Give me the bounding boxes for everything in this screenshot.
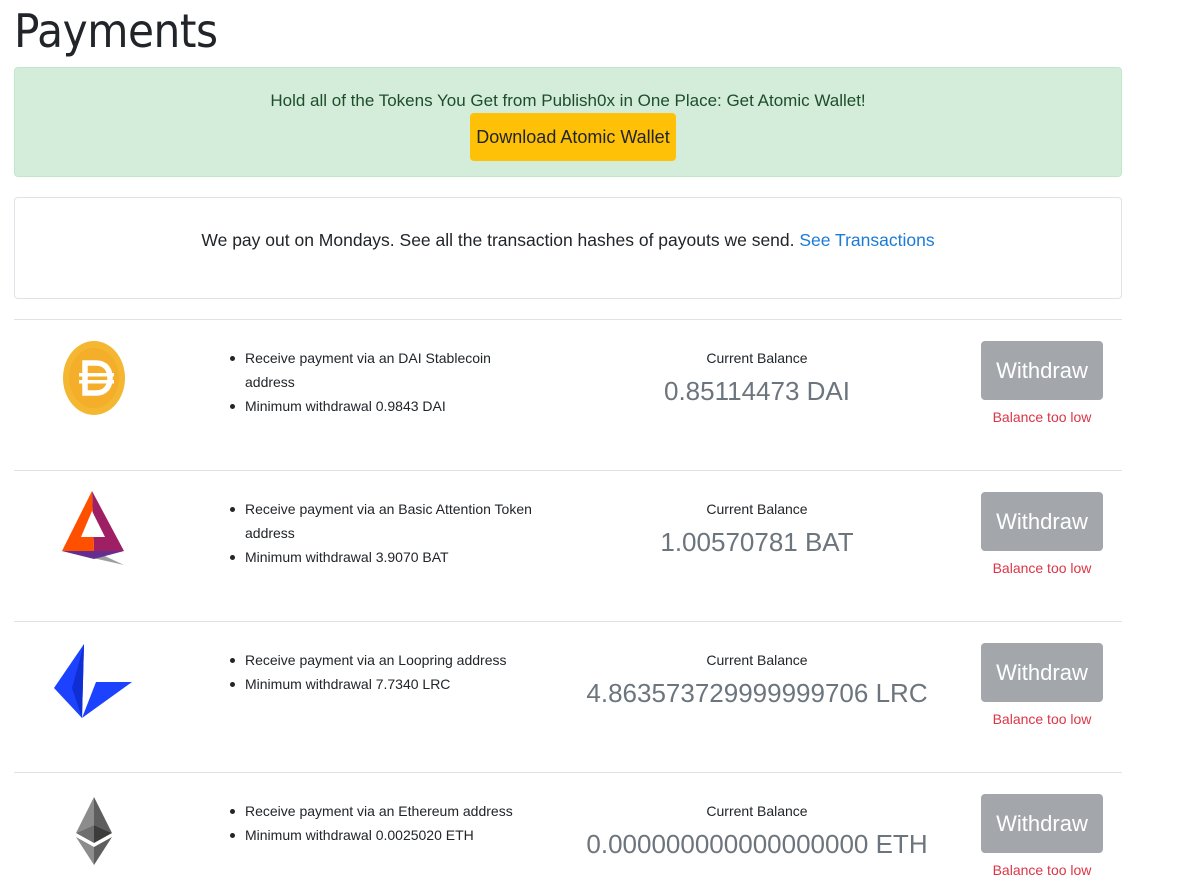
balance-value: 0.000000000000000000 ETH: [586, 829, 928, 859]
dai-icon: [63, 341, 125, 415]
balance-label: Current Balance: [706, 350, 808, 366]
bat-icon: [62, 491, 124, 565]
download-atomic-wallet-button[interactable]: Download Atomic Wallet: [470, 113, 676, 161]
coin-row-bat: Receive payment via an Basic Attention T…: [14, 470, 1122, 621]
balance-too-low-message: Balance too low: [992, 711, 1092, 727]
balance-value: 0.85114473 DAI: [664, 376, 850, 406]
balance-label: Current Balance: [706, 501, 808, 517]
payout-info-message: We pay out on Mondays. See all the trans…: [201, 230, 800, 250]
coin-details: Receive payment via an Basic Attention T…: [226, 497, 536, 569]
balance-too-low-message: Balance too low: [992, 409, 1092, 425]
withdraw-button[interactable]: Withdraw: [981, 643, 1103, 702]
balance-label: Current Balance: [706, 652, 808, 668]
receive-info: Receive payment via an Loopring address: [226, 648, 536, 672]
ethereum-icon: [76, 797, 112, 865]
see-transactions-link[interactable]: See Transactions: [799, 230, 934, 250]
coin-details: Receive payment via an Ethereum address …: [226, 799, 536, 847]
page-title: Payments: [14, 4, 218, 58]
coin-row-dai: Receive payment via an DAI Stablecoin ad…: [14, 319, 1122, 470]
coin-details: Receive payment via an Loopring address …: [226, 648, 536, 696]
minimum-withdrawal: Minimum withdrawal 3.9070 BAT: [226, 545, 536, 569]
withdraw-button[interactable]: Withdraw: [981, 492, 1103, 551]
loopring-icon: [54, 644, 132, 718]
withdraw-button[interactable]: Withdraw: [981, 341, 1103, 400]
coin-details: Receive payment via an DAI Stablecoin ad…: [226, 346, 536, 418]
receive-info: Receive payment via an Ethereum address: [226, 799, 536, 823]
coin-row-lrc: Receive payment via an Loopring address …: [14, 621, 1122, 772]
receive-info: Receive payment via an DAI Stablecoin ad…: [226, 346, 536, 394]
balance-value: 4.863573729999999706 LRC: [586, 678, 928, 708]
balance-value: 1.00570781 BAT: [660, 527, 854, 557]
balance-too-low-message: Balance too low: [992, 560, 1092, 576]
payout-info-card: We pay out on Mondays. See all the trans…: [14, 197, 1122, 299]
promo-text: Hold all of the Tokens You Get from Publ…: [270, 91, 866, 110]
withdraw-button[interactable]: Withdraw: [981, 794, 1103, 853]
receive-info: Receive payment via an Basic Attention T…: [226, 497, 536, 545]
atomic-wallet-promo: Hold all of the Tokens You Get from Publ…: [14, 67, 1122, 177]
payout-info-text: We pay out on Mondays. See all the trans…: [15, 230, 1121, 251]
minimum-withdrawal: Minimum withdrawal 0.9843 DAI: [226, 394, 536, 418]
balance-too-low-message: Balance too low: [992, 862, 1092, 878]
minimum-withdrawal: Minimum withdrawal 7.7340 LRC: [226, 672, 536, 696]
minimum-withdrawal: Minimum withdrawal 0.0025020 ETH: [226, 823, 536, 847]
coin-row-eth: Receive payment via an Ethereum address …: [14, 772, 1122, 883]
balance-label: Current Balance: [706, 803, 808, 819]
